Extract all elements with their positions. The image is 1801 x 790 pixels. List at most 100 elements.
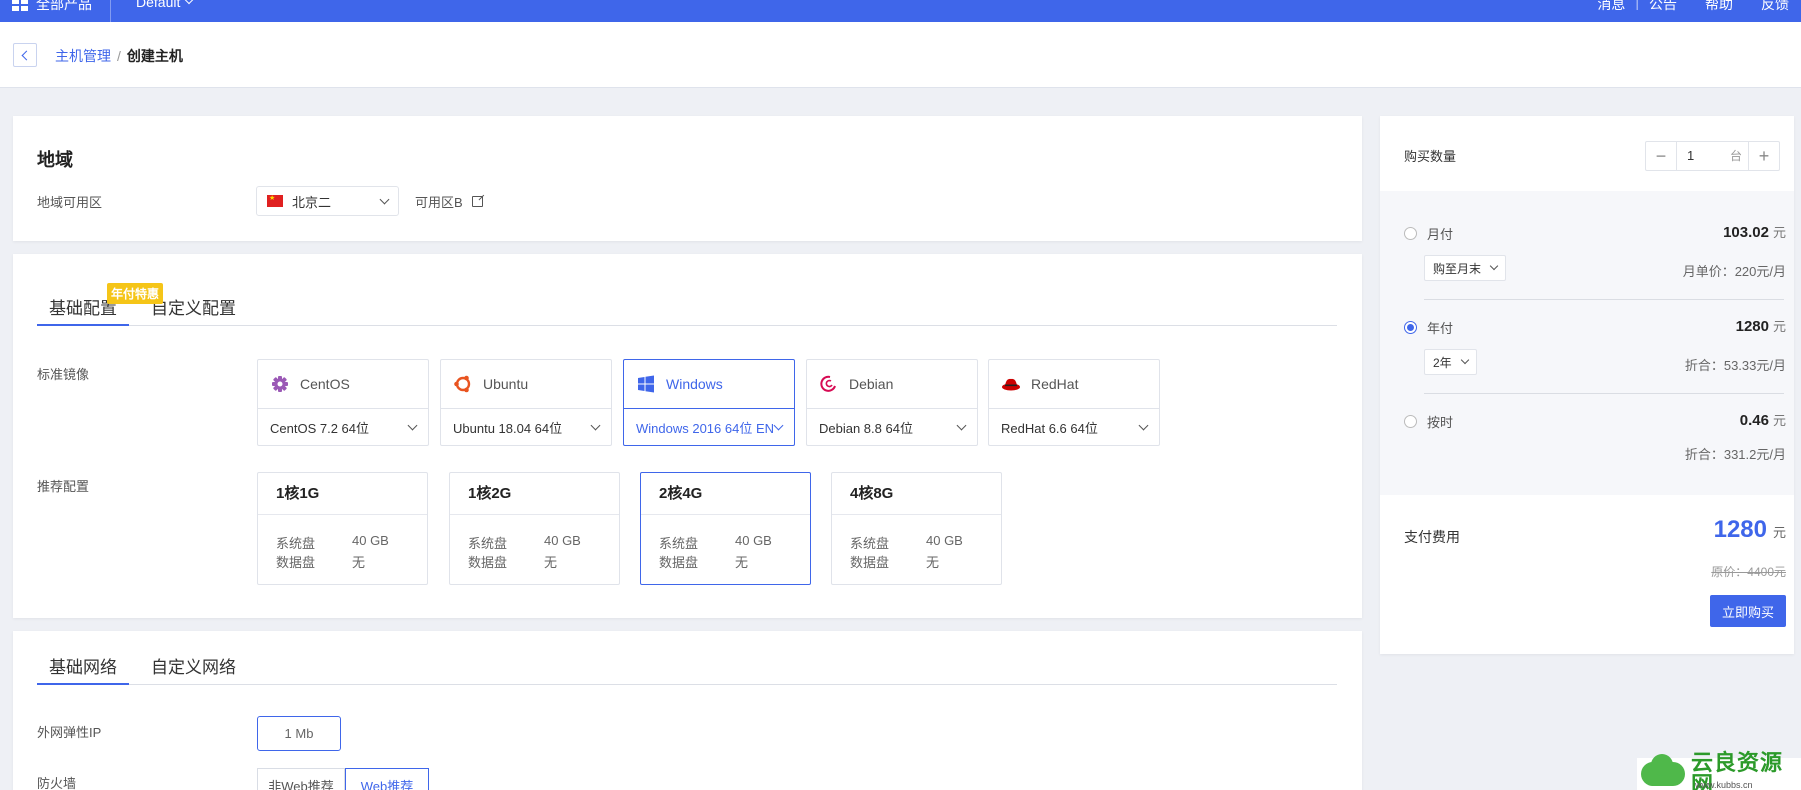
spec-system-disk: 系统盘 40 GB [468, 533, 581, 551]
back-button[interactable] [13, 43, 37, 67]
os-version-select[interactable]: Debian 8.8 64位 [807, 409, 977, 445]
monthly-duration-value: 购至月末 [1433, 261, 1482, 276]
debian-icon [819, 374, 839, 394]
spec-card-2c4g[interactable]: 2核4G 系统盘 40 GB 数据盘无 [640, 472, 811, 585]
original-price: 原价：4400元 [1711, 565, 1786, 579]
grid-icon [12, 0, 28, 11]
spec-data-disk: 数据盘无 [659, 555, 749, 570]
order-summary-card: 购买数量 − 1 台 + 月付 103.02 元 购至月末 月单价：220元/月 … [1380, 116, 1794, 654]
config-tabs: 基础配置 自定义配置 [37, 298, 1337, 326]
billing-yearly-option[interactable]: 年付 [1404, 318, 1453, 337]
annual-promo-badge: 年付特惠 [107, 283, 164, 304]
watermark-url: www.kubbs.cn [1695, 780, 1753, 790]
os-card-centos[interactable]: CentOS CentOS 7.2 64位 [257, 359, 429, 446]
china-flag-icon [267, 195, 283, 207]
os-version-select[interactable]: RedHat 6.6 64位 [989, 409, 1159, 445]
breadcrumb-host-management[interactable]: 主机管理 [55, 46, 111, 66]
billing-divider [1424, 393, 1784, 394]
cloud-icon [1641, 754, 1685, 786]
spec-title: 1核2G [450, 473, 619, 515]
spec-card-4c8g[interactable]: 4核8G 系统盘 40 GB 数据盘无 [831, 472, 1002, 585]
firewall-non-web-option[interactable]: 非Web推荐 [257, 768, 345, 790]
total-fee-label: 支付费用 [1404, 529, 1460, 545]
os-version: Windows 2016 64位 EN [636, 420, 775, 436]
quantity-unit: 台 [1729, 149, 1742, 163]
monthly-price: 103.02 元 [1723, 224, 1786, 241]
yearly-duration-select[interactable]: 2年 [1424, 349, 1477, 375]
spec-card-1c1g[interactable]: 1核1G 系统盘 40 GB 数据盘无 [257, 472, 428, 585]
region-card: 地域 地域可用区 北京二 可用区B [13, 116, 1362, 241]
quantity-input[interactable]: 1 台 [1676, 142, 1749, 170]
region-select[interactable]: 北京二 [256, 186, 399, 216]
hourly-note: 折合：331.2元/月 [1684, 447, 1786, 462]
os-version: Debian 8.8 64位 [819, 420, 913, 436]
tab-basic-network[interactable]: 基础网络 [37, 657, 129, 685]
billing-hourly-option[interactable]: 按时 [1404, 412, 1453, 431]
spec-data-disk: 数据盘无 [468, 555, 558, 570]
buy-now-button[interactable]: 立即购买 [1710, 595, 1786, 627]
spec-title: 1核1G [258, 473, 427, 515]
all-products-menu[interactable]: 全部产品 [12, 0, 92, 14]
elastic-ip-label: 外网弹性IP [37, 725, 102, 740]
network-card: 基础网络 自定义网络 外网弹性IP 1 Mb 防火墙 非Web推荐 Web推荐 [13, 631, 1362, 790]
quantity-stepper: − 1 台 + [1645, 141, 1780, 171]
os-card-debian[interactable]: Debian Debian 8.8 64位 [806, 359, 978, 446]
yearly-duration-value: 2年 [1433, 355, 1452, 370]
quantity-plus-button[interactable]: + [1749, 142, 1779, 170]
tab-custom-network[interactable]: 自定义网络 [139, 657, 248, 685]
chevron-down-icon [185, 0, 194, 5]
billing-monthly-option[interactable]: 月付 [1404, 224, 1453, 243]
os-card-redhat[interactable]: RedHat RedHat 6.6 64位 [988, 359, 1160, 446]
spec-title: 2核4G [641, 473, 810, 515]
announcements-link[interactable]: 公告 [1649, 0, 1677, 14]
bandwidth-option[interactable]: 1 Mb [257, 716, 341, 751]
radio-hourly[interactable] [1404, 415, 1417, 428]
messages-link[interactable]: 消息 [1597, 0, 1625, 14]
quantity-value: 1 [1687, 148, 1695, 163]
monthly-duration-select[interactable]: 购至月末 [1424, 255, 1507, 281]
quantity-minus-button[interactable]: − [1646, 142, 1676, 170]
os-version-select[interactable]: CentOS 7.2 64位 [258, 409, 428, 445]
network-tabs: 基础网络 自定义网络 [37, 657, 1337, 685]
chevron-down-icon [407, 420, 418, 430]
spec-system-disk: 系统盘 40 GB [659, 533, 772, 551]
topbar-divider [110, 0, 111, 22]
os-card-ubuntu[interactable]: Ubuntu Ubuntu 18.04 64位 [440, 359, 612, 446]
feedback-link[interactable]: 反馈 [1761, 0, 1789, 14]
os-version: Ubuntu 18.04 64位 [453, 420, 563, 436]
os-version-select[interactable]: Windows 2016 64位 EN [624, 409, 794, 445]
total-fee: 1280 元 [1713, 516, 1786, 543]
os-card-windows[interactable]: Windows Windows 2016 64位 EN [623, 359, 795, 446]
yearly-price: 1280 元 [1735, 318, 1786, 335]
help-link[interactable]: 帮助 [1705, 0, 1733, 14]
firewall-web-option[interactable]: Web推荐 [345, 768, 429, 790]
spec-card-1c2g[interactable]: 1核2G 系统盘 40 GB 数据盘无 [449, 472, 620, 585]
radio-monthly[interactable] [1404, 227, 1417, 240]
monthly-note: 月单价：220元/月 [1682, 264, 1786, 279]
os-name: RedHat [1031, 376, 1079, 392]
billing-divider [1424, 299, 1784, 300]
zone-value: 可用区B [415, 195, 463, 210]
breadcrumb: 主机管理 / 创建主机 [55, 46, 183, 66]
ubuntu-icon [453, 374, 473, 394]
page-title: 创建主机 [126, 48, 183, 64]
edit-icon[interactable] [471, 196, 483, 207]
os-version-select[interactable]: Ubuntu 18.04 64位 [441, 409, 611, 445]
project-selector[interactable]: Default [136, 0, 194, 10]
billing-yearly-label: 年付 [1427, 321, 1454, 336]
chevron-left-icon [21, 50, 32, 60]
billing-options: 月付 103.02 元 购至月末 月单价：220元/月 年付 1280 元 2年 折… [1380, 191, 1794, 495]
centos-icon [270, 374, 290, 394]
chevron-down-icon [956, 420, 967, 430]
region-title: 地域 [37, 150, 73, 170]
os-name: Debian [849, 376, 894, 392]
chevron-down-icon [773, 420, 784, 430]
yearly-note: 折合：53.33元/月 [1684, 358, 1786, 373]
billing-hourly-label: 按时 [1427, 415, 1454, 430]
breadcrumb-separator: / [117, 48, 121, 64]
os-name: Ubuntu [483, 376, 529, 392]
radio-yearly[interactable] [1404, 321, 1417, 334]
redhat-icon [1001, 374, 1021, 394]
spec-system-disk: 系统盘 40 GB [276, 533, 389, 551]
watermark-logo: 云良资源网 www.kubbs.cn [1637, 752, 1801, 790]
